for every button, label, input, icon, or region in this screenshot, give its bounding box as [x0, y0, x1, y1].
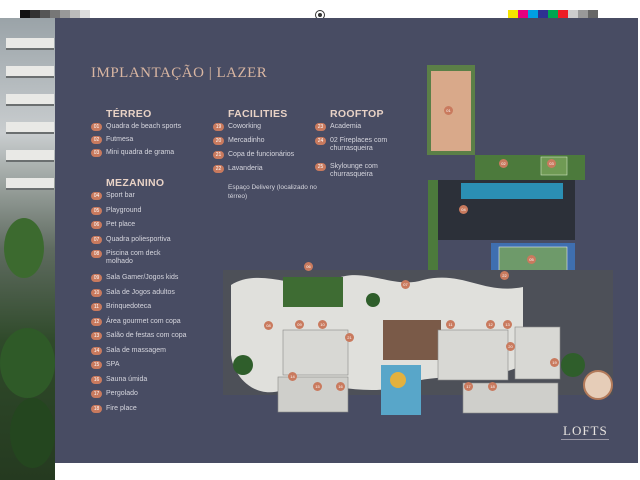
- plan-marker: 03: [547, 159, 556, 168]
- room-block-right-2: [514, 326, 561, 380]
- pergola: [583, 370, 613, 400]
- item-label: Pet place: [106, 221, 136, 228]
- site-plan: [223, 65, 613, 415]
- item-label: Brinquedoteca: [106, 303, 152, 310]
- mezanino-list: 04 Sport bar 05 Playground 06 Pet place 07 Q…: [91, 192, 187, 419]
- item-number: 13: [91, 332, 102, 340]
- list-item: 17 Pergolado: [91, 390, 187, 405]
- item-number: 01: [91, 123, 102, 131]
- item-number: 10: [91, 288, 102, 297]
- item-number: 02: [91, 136, 102, 144]
- logo-underline: [561, 439, 609, 440]
- item-number: 14: [91, 346, 102, 355]
- item-number: 09: [91, 274, 102, 282]
- plan-marker: 19: [550, 358, 559, 367]
- plan-marker: 11: [446, 320, 455, 329]
- terreo-list: 01 Quadra de beach sports 02 Futmesa 03 Min…: [91, 123, 181, 162]
- item-label: Sala Gamer/Jogos kids: [106, 274, 179, 281]
- plan-marker: 21: [345, 333, 354, 342]
- list-item: 18 Fire place: [91, 404, 187, 420]
- item-number: 16: [91, 375, 102, 384]
- item-number: 12: [91, 317, 102, 326]
- item-number: 11: [91, 303, 102, 311]
- item-number: 05: [91, 206, 102, 215]
- list-item: 08 Piscina com deck molhado: [91, 250, 187, 274]
- list-item: 04 Sport bar: [91, 192, 187, 207]
- plan-marker: 06: [304, 262, 313, 271]
- item-label: Piscina com deck molhado: [106, 250, 161, 265]
- plan-marker: 18: [488, 382, 497, 391]
- list-item: 06 Pet place: [91, 221, 187, 236]
- plan-marker: 15: [313, 382, 322, 391]
- plan-marker: 05: [527, 255, 536, 264]
- list-item: 09 Sala Gamer/Jogos kids: [91, 274, 187, 289]
- leisure-plan-board: IMPLANTAÇÃO | LAZER TÉRREO 01 Quadra de b…: [55, 18, 638, 463]
- room-block-center: [437, 329, 509, 381]
- plan-marker: 22: [500, 271, 509, 280]
- plan-marker: 01: [444, 106, 453, 115]
- list-item: 05 Playground: [91, 206, 187, 222]
- room-block-right: [462, 382, 559, 414]
- plan-marker: 09: [295, 320, 304, 329]
- plan-marker: 04: [459, 205, 468, 214]
- item-number: 06: [91, 221, 102, 229]
- list-item: 14 Sala de massagem: [91, 346, 187, 362]
- plan-marker: 17: [464, 382, 473, 391]
- item-label: Playground: [106, 206, 142, 214]
- item-label: Pergolado: [106, 390, 138, 397]
- item-number: 07: [91, 235, 102, 244]
- plan-marker: 14: [288, 372, 297, 381]
- garden-strip: [475, 155, 585, 180]
- list-item: 15 SPA: [91, 361, 187, 376]
- list-item: 13 Salão de festas com copa: [91, 332, 187, 347]
- item-label: Área gourmet com copa: [106, 317, 181, 325]
- item-label: Sala de massagem: [106, 346, 166, 354]
- list-item: 07 Quadra poliesportiva: [91, 235, 187, 251]
- list-item: 10 Sala de Jogos adultos: [91, 288, 187, 304]
- plan-marker: 16: [336, 382, 345, 391]
- item-label: Fire place: [106, 404, 137, 412]
- item-number: 15: [91, 361, 102, 369]
- section-title-terreo: TÉRREO: [106, 108, 152, 120]
- pool: [461, 183, 563, 199]
- deck-wood: [383, 320, 441, 360]
- list-item: 03 Mini quadra de grama: [91, 149, 181, 162]
- kids-area-dot: [390, 372, 406, 388]
- playground: [283, 277, 343, 307]
- tree: [233, 355, 253, 375]
- item-label: Mini quadra de grama: [106, 149, 175, 156]
- item-number: 18: [91, 404, 102, 413]
- building-photo: [0, 18, 55, 480]
- item-label: Sauna úmida: [106, 375, 148, 383]
- item-label: Salão de festas com copa: [106, 332, 187, 339]
- plan-marker: 20: [506, 342, 515, 351]
- item-label: Sport bar: [106, 192, 135, 199]
- kids-area: [381, 365, 421, 415]
- item-label: Quadra de beach sports: [106, 123, 182, 130]
- item-number: 03: [91, 149, 102, 157]
- item-label: SPA: [106, 361, 120, 368]
- list-item: 16 Sauna úmida: [91, 375, 187, 391]
- section-title-mezanino: MEZANINO: [106, 177, 165, 189]
- item-number: 04: [91, 192, 102, 200]
- item-label: Quadra poliesportiva: [106, 235, 171, 243]
- item-label: Futmesa: [106, 136, 134, 143]
- lofts-logo: LOFTS: [563, 423, 608, 438]
- tree: [366, 293, 380, 307]
- plan-marker: 08: [264, 321, 273, 330]
- plan-marker: 10: [318, 320, 327, 329]
- room-block-left: [282, 329, 349, 376]
- list-item: 02 Futmesa: [91, 136, 181, 149]
- plan-marker: 13: [503, 320, 512, 329]
- item-number: 17: [91, 390, 102, 398]
- item-number: 08: [91, 250, 102, 258]
- plan-marker: 02: [499, 159, 508, 168]
- list-item: 11 Brinquedoteca: [91, 303, 187, 318]
- plan-marker: 07: [401, 280, 410, 289]
- plan-marker: 12: [486, 320, 495, 329]
- list-item: 01 Quadra de beach sports: [91, 123, 181, 136]
- item-label: Sala de Jogos adultos: [106, 288, 175, 296]
- tree: [561, 353, 585, 377]
- list-item: 12 Área gourmet com copa: [91, 317, 187, 333]
